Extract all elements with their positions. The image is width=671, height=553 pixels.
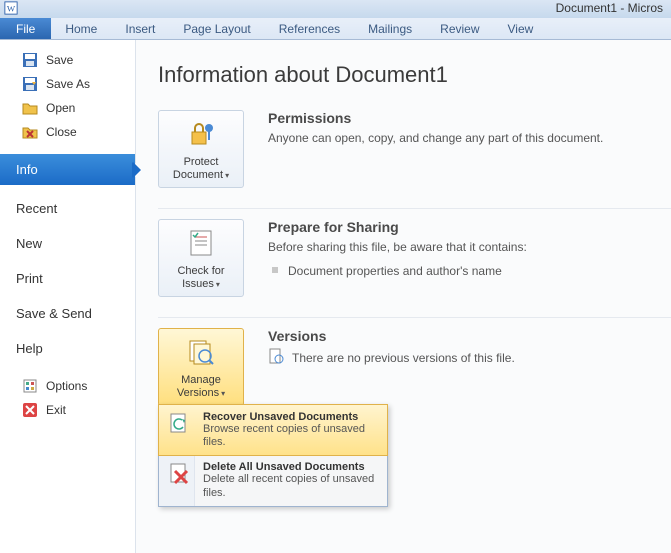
sidebar-item-label: Open — [46, 101, 75, 115]
sidebar-item-open[interactable]: Open — [0, 96, 135, 120]
sidebar-item-label: Options — [46, 379, 87, 393]
active-tab-arrow — [135, 163, 142, 177]
close-icon — [22, 124, 38, 140]
tab-view[interactable]: View — [494, 18, 548, 39]
svg-text:W: W — [7, 4, 16, 14]
page-heading: Information about Document1 — [158, 62, 671, 88]
sidebar-item-exit[interactable]: Exit — [0, 398, 135, 422]
section-permissions: Protect Document▾ Permissions Anyone can… — [158, 110, 671, 208]
delete-icon — [167, 461, 195, 489]
manage-versions-menu: Recover Unsaved Documents Browse recent … — [158, 404, 388, 507]
exit-icon — [22, 402, 38, 418]
tab-file[interactable]: File — [0, 18, 51, 39]
section-text: There are no previous versions of this f… — [292, 351, 515, 365]
tab-references[interactable]: References — [265, 18, 354, 39]
section-title: Prepare for Sharing — [268, 219, 671, 235]
sidebar-item-save-as[interactable]: Save As — [0, 72, 135, 96]
sidebar-item-help[interactable]: Help — [0, 331, 135, 366]
menu-item-title: Recover Unsaved Documents — [203, 411, 379, 423]
section-title: Permissions — [268, 110, 671, 126]
chevron-down-icon: ▾ — [221, 389, 225, 398]
document-version-icon — [268, 348, 284, 367]
sidebar-item-label: Save — [46, 53, 73, 67]
chevron-down-icon: ▾ — [216, 280, 220, 289]
sidebar-item-label: Exit — [46, 403, 66, 417]
section-prepare: Check for Issues▾ Prepare for Sharing Be… — [158, 208, 671, 317]
sidebar-item-print[interactable]: Print — [0, 261, 135, 296]
word-app-icon: W — [4, 1, 18, 15]
sidebar-item-label: Info — [16, 162, 38, 177]
menu-item-recover-unsaved[interactable]: Recover Unsaved Documents Browse recent … — [158, 404, 388, 456]
saveas-icon — [22, 76, 38, 92]
menu-item-subtitle: Delete all recent copies of unsaved file… — [203, 473, 379, 499]
section-text: Anyone can open, copy, and change any pa… — [268, 130, 671, 147]
issue-list: Document properties and author's name — [272, 262, 671, 280]
ribbon-tabs: File Home Insert Page Layout References … — [0, 18, 671, 40]
sidebar-item-save-send[interactable]: Save & Send — [0, 296, 135, 331]
button-label: Manage Versions▾ — [161, 374, 241, 400]
open-icon — [22, 100, 38, 116]
title-bar: W Document1 - Micros — [0, 0, 671, 18]
sidebar-item-close[interactable]: Close — [0, 120, 135, 144]
versions-icon — [185, 336, 217, 371]
tab-mailings[interactable]: Mailings — [354, 18, 426, 39]
menu-item-subtitle: Browse recent copies of unsaved files. — [203, 423, 379, 449]
sidebar-item-recent[interactable]: Recent — [0, 191, 135, 226]
sidebar-item-save[interactable]: Save — [0, 48, 135, 72]
backstage-content: Information about Document1 Protect Docu… — [135, 40, 671, 553]
sidebar-item-new[interactable]: New — [0, 226, 135, 261]
lock-key-icon — [185, 118, 217, 153]
chevron-down-icon: ▾ — [225, 171, 229, 180]
manage-versions-button[interactable]: Manage Versions▾ — [158, 328, 244, 406]
options-icon — [22, 378, 38, 394]
recover-icon — [167, 411, 195, 439]
tab-review[interactable]: Review — [426, 18, 493, 39]
section-versions: Manage Versions▾ Versions There are no p… — [158, 317, 671, 426]
menu-item-delete-unsaved[interactable]: Delete All Unsaved Documents Delete all … — [159, 455, 387, 505]
section-text: Before sharing this file, be aware that … — [268, 239, 671, 256]
checklist-icon — [185, 227, 217, 262]
tab-insert[interactable]: Insert — [111, 18, 169, 39]
menu-item-title: Delete All Unsaved Documents — [203, 461, 379, 473]
window-title: Document1 - Micros — [556, 1, 663, 15]
backstage-sidebar: Save Save As Open Close Info Recent New … — [0, 40, 135, 553]
tab-home[interactable]: Home — [51, 18, 111, 39]
issue-item: Document properties and author's name — [272, 262, 671, 280]
save-icon — [22, 52, 38, 68]
tab-page-layout[interactable]: Page Layout — [169, 18, 264, 39]
sidebar-item-label: Close — [46, 125, 77, 139]
button-label: Check for Issues▾ — [161, 265, 241, 291]
button-label: Protect Document▾ — [161, 156, 241, 182]
protect-document-button[interactable]: Protect Document▾ — [158, 110, 244, 188]
section-title: Versions — [268, 328, 671, 344]
sidebar-item-options[interactable]: Options — [0, 374, 135, 398]
check-for-issues-button[interactable]: Check for Issues▾ — [158, 219, 244, 297]
sidebar-item-label: Save As — [46, 77, 90, 91]
sidebar-item-info[interactable]: Info — [0, 154, 135, 185]
